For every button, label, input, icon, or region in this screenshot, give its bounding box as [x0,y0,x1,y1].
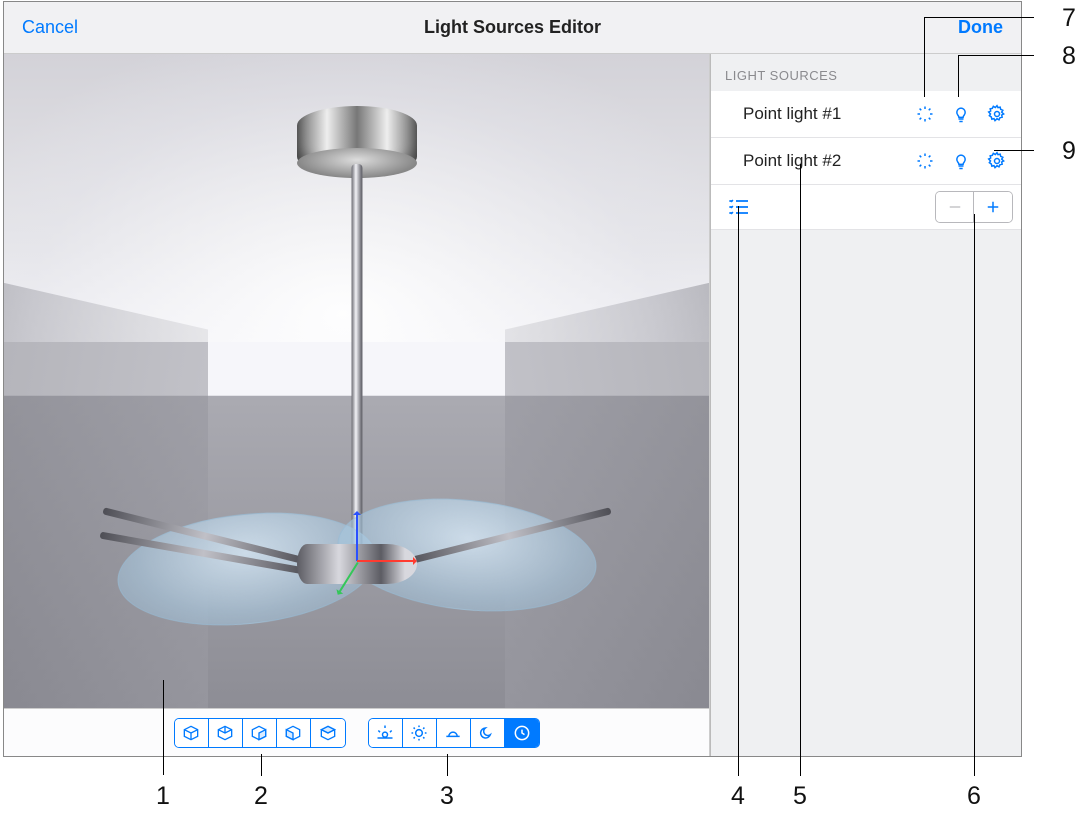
lightbulb-icon[interactable] [949,149,973,173]
env-daylight-button[interactable] [403,719,437,747]
callout-9: 9 [1062,137,1076,166]
light-sources-list: Point light #1 Point light [711,91,1021,185]
view-front-button[interactable] [243,719,277,747]
callout-8: 8 [1062,42,1076,71]
env-night-button[interactable] [471,719,505,747]
viewport-toolbar [4,708,710,756]
env-time-button[interactable] [505,719,539,747]
light-source-row[interactable]: Point light #1 [711,91,1021,138]
callout-4: 4 [731,782,745,811]
callout-1: 1 [156,782,170,811]
page-title: Light Sources Editor [4,17,1021,38]
view-orientation-segment[interactable] [174,718,346,748]
callout-6: 6 [967,782,981,811]
callout-2: 2 [254,782,268,811]
view-back-button[interactable] [311,719,345,747]
light-source-label: Point light #2 [743,151,841,171]
gear-icon[interactable] [985,102,1009,126]
callout-5: 5 [793,782,807,811]
done-button[interactable]: Done [958,17,1003,38]
section-header-light-sources: LIGHT SOURCES [711,54,1021,91]
list-options-icon[interactable] [725,195,753,219]
view-persp-button[interactable] [175,719,209,747]
light-source-label: Point light #1 [743,104,841,124]
view-side-button[interactable] [277,719,311,747]
remove-light-button[interactable] [936,192,974,222]
callout-3: 3 [440,782,454,811]
env-sunrise-button[interactable] [369,719,403,747]
light-rays-icon[interactable] [913,102,937,126]
env-sunset-button[interactable] [437,719,471,747]
lightbulb-icon[interactable] [949,102,973,126]
viewport-3d[interactable] [4,54,710,708]
callout-7: 7 [1062,4,1076,33]
environment-segment[interactable] [368,718,540,748]
gear-icon[interactable] [985,149,1009,173]
app-window: Cancel Light Sources Editor Done [3,1,1022,757]
navbar: Cancel Light Sources Editor Done [4,2,1021,54]
viewport-panel [4,54,710,756]
add-light-button[interactable] [974,192,1012,222]
view-top-button[interactable] [209,719,243,747]
model-pendant-lamp [177,106,537,666]
light-source-row[interactable]: Point light #2 [711,138,1021,185]
cancel-button[interactable]: Cancel [22,17,78,38]
light-rays-icon[interactable] [913,149,937,173]
